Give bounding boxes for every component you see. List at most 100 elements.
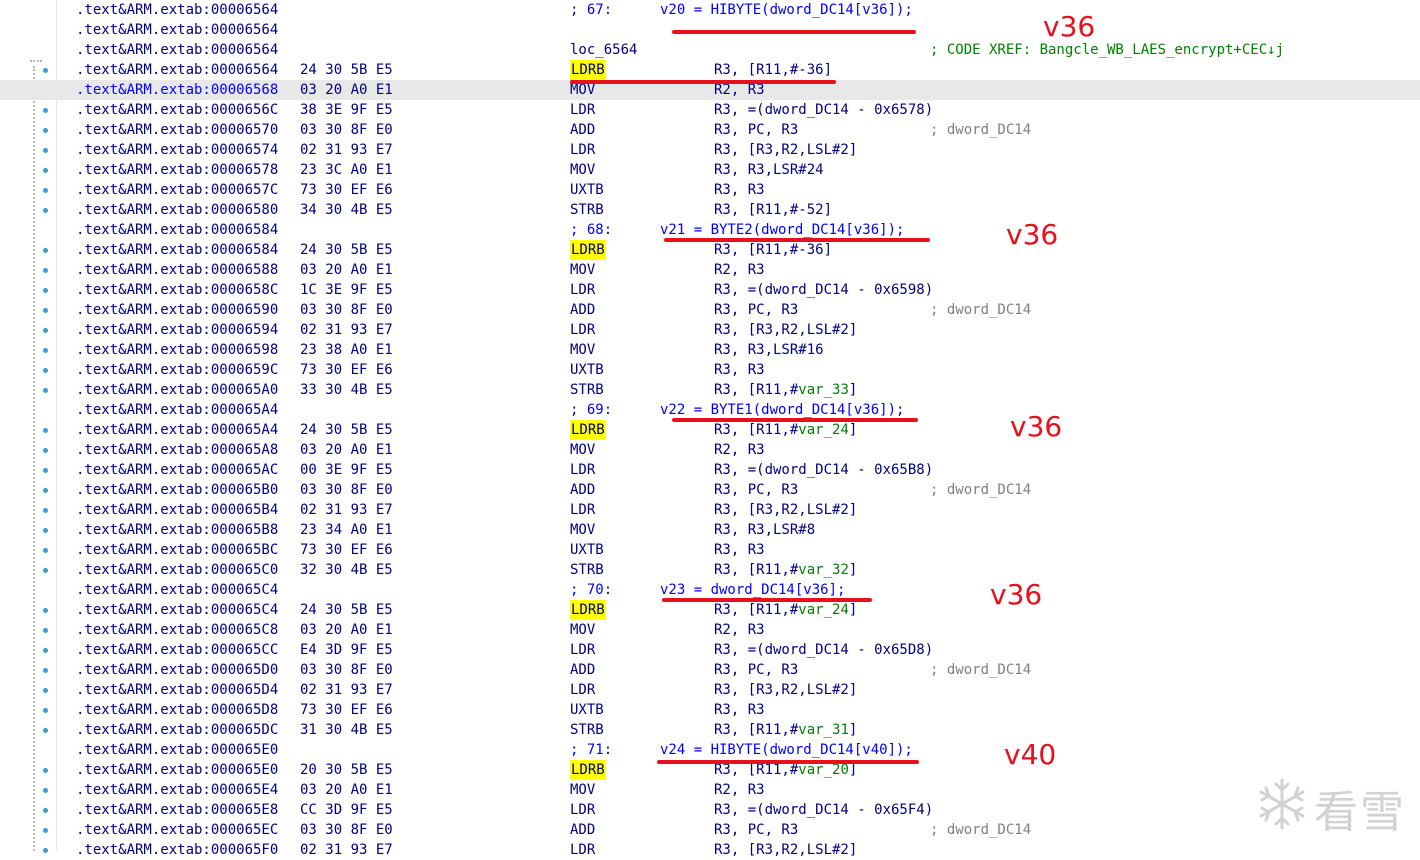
address[interactable]: .text&ARM.extab:000065D8 (76, 700, 278, 720)
listing-row[interactable]: .text&ARM.extab:000065BC 73 30 EF E6 UXTB R… (0, 540, 1420, 560)
listing-row[interactable]: .text&ARM.extab:000065B0 03 30 8F E0 ADD R3… (0, 480, 1420, 500)
mnemonic[interactable]: LDRB (570, 240, 606, 260)
listing-row[interactable]: .text&ARM.extab:00006574 02 31 93 E7 LDR R3… (0, 140, 1420, 160)
listing-row[interactable]: .text&ARM.extab:000065B4 02 31 93 E7 LDR R3… (0, 500, 1420, 520)
mnemonic[interactable]: LDR (570, 680, 595, 700)
address[interactable]: .text&ARM.extab:000065A8 (76, 440, 278, 460)
address[interactable]: .text&ARM.extab:00006564 (76, 60, 278, 80)
operands[interactable]: R3, R3,LSR#8 (714, 520, 815, 540)
mnemonic[interactable]: LDRB (570, 60, 606, 80)
address[interactable]: .text&ARM.extab:00006574 (76, 140, 278, 160)
mnemonic[interactable]: MOV (570, 260, 595, 280)
listing-row[interactable]: .text&ARM.extab:00006584 24 30 5B E5 LDRB R… (0, 240, 1420, 260)
operands[interactable]: R3, [R11,#var_31] (714, 720, 857, 740)
operands[interactable]: R3, [R11,#-52] (714, 200, 832, 220)
mnemonic[interactable]: ADD (570, 820, 595, 840)
address[interactable]: .text&ARM.extab:000065C0 (76, 560, 278, 580)
operands[interactable]: R2, R3 (714, 780, 765, 800)
operands[interactable]: R3, [R3,R2,LSL#2] (714, 840, 857, 860)
mnemonic[interactable]: STRB (570, 560, 604, 580)
listing-row[interactable]: .text&ARM.extab:000065C4 24 30 5B E5 LDRB R… (0, 600, 1420, 620)
operands[interactable]: R3, =(dword_DC14 - 0x65D8) (714, 640, 933, 660)
mnemonic[interactable]: ADD (570, 660, 595, 680)
stack-variable[interactable]: var_33 (798, 382, 849, 398)
operands[interactable]: R3, [R3,R2,LSL#2] (714, 500, 857, 520)
mnemonic[interactable]: UXTB (570, 180, 604, 200)
operands[interactable]: R3, [R11,#var_32] (714, 560, 857, 580)
mnemonic[interactable]: LDRB (570, 760, 606, 780)
mnemonic[interactable]: LDR (570, 800, 595, 820)
listing-row[interactable]: .text&ARM.extab:00006564 24 30 5B E5 LDRB R… (0, 60, 1420, 80)
address[interactable]: .text&ARM.extab:000065B0 (76, 480, 278, 500)
operands[interactable]: R3, [R11,#-36] (714, 240, 832, 260)
mnemonic[interactable]: LDR (570, 140, 595, 160)
operands[interactable]: R3, PC, R3 (714, 120, 798, 140)
address[interactable]: .text&ARM.extab:0000658C (76, 280, 278, 300)
listing-row[interactable]: .text&ARM.extab:0000659C 73 30 EF E6 UXTB R… (0, 360, 1420, 380)
listing-row[interactable]: .text&ARM.extab:00006588 03 20 A0 E1 MOV R2… (0, 260, 1420, 280)
address[interactable]: .text&ARM.extab:000065D0 (76, 660, 278, 680)
operands[interactable]: R3, [R11,#var_24] (714, 600, 857, 620)
listing-row[interactable]: .text&ARM.extab:000065C0 32 30 4B E5 STRB R… (0, 560, 1420, 580)
mnemonic[interactable]: LDR (570, 320, 595, 340)
mnemonic[interactable]: LDRB (570, 420, 606, 440)
stack-variable[interactable]: var_20 (798, 762, 849, 778)
operands[interactable]: R3, =(dword_DC14 - 0x65F4) (714, 800, 933, 820)
address[interactable]: .text&ARM.extab:00006564 (76, 40, 278, 60)
address[interactable]: .text&ARM.extab:000065E4 (76, 780, 278, 800)
mnemonic[interactable]: LDR (570, 280, 595, 300)
code-label[interactable]: loc_6564 (570, 40, 637, 60)
listing-row[interactable]: .text&ARM.extab:0000658C 1C 3E 9F E5 LDR R3… (0, 280, 1420, 300)
listing-row[interactable]: .text&ARM.extab:000065E0 ; 71: v24 = HIBYT… (0, 740, 1420, 760)
listing-row[interactable]: .text&ARM.extab:0000657C 73 30 EF E6 UXTB R… (0, 180, 1420, 200)
address[interactable]: .text&ARM.extab:000065AC (76, 460, 278, 480)
listing-row[interactable]: .text&ARM.extab:000065AC 00 3E 9F E5 LDR R3… (0, 460, 1420, 480)
address[interactable]: .text&ARM.extab:00006580 (76, 200, 278, 220)
mnemonic[interactable]: MOV (570, 440, 595, 460)
address[interactable]: .text&ARM.extab:000065E0 (76, 760, 278, 780)
address[interactable]: .text&ARM.extab:000065F0 (76, 840, 278, 860)
listing-row[interactable]: .text&ARM.extab:000065EC 03 30 8F E0 ADD R3… (0, 820, 1420, 840)
mnemonic[interactable]: LDR (570, 460, 595, 480)
stack-variable[interactable]: var_31 (798, 722, 849, 738)
listing-row[interactable]: .text&ARM.extab:000065A4 ; 69: v22 = BYTE1… (0, 400, 1420, 420)
mnemonic[interactable]: MOV (570, 520, 595, 540)
operands[interactable]: R2, R3 (714, 620, 765, 640)
operands[interactable]: R3, [R3,R2,LSL#2] (714, 680, 857, 700)
operands[interactable]: R3, R3,LSR#24 (714, 160, 824, 180)
operands[interactable]: R3, R3 (714, 700, 765, 720)
listing-row[interactable]: .text&ARM.extab:00006564 ; 67: v20 = HIBYT… (0, 0, 1420, 20)
address[interactable]: .text&ARM.extab:000065E8 (76, 800, 278, 820)
mnemonic[interactable]: MOV (570, 620, 595, 640)
address[interactable]: .text&ARM.extab:000065C4 (76, 580, 278, 600)
listing-row[interactable]: .text&ARM.extab:000065D4 02 31 93 E7 LDR R3… (0, 680, 1420, 700)
address[interactable]: .text&ARM.extab:00006598 (76, 340, 278, 360)
address[interactable]: .text&ARM.extab:000065B4 (76, 500, 278, 520)
address[interactable]: .text&ARM.extab:00006570 (76, 120, 278, 140)
address[interactable]: .text&ARM.extab:00006564 (76, 20, 278, 40)
mnemonic[interactable]: STRB (570, 720, 604, 740)
operands[interactable]: R3, R3 (714, 540, 765, 560)
listing-row[interactable]: .text&ARM.extab:00006584 ; 68: v21 = BYTE2… (0, 220, 1420, 240)
address[interactable]: .text&ARM.extab:000065C4 (76, 600, 278, 620)
mnemonic[interactable]: UXTB (570, 700, 604, 720)
mnemonic[interactable]: STRB (570, 380, 604, 400)
listing-row[interactable]: .text&ARM.extab:000065E4 03 20 A0 E1 MOV R2… (0, 780, 1420, 800)
mnemonic[interactable]: LDR (570, 840, 595, 860)
listing-row[interactable]: .text&ARM.extab:000065D0 03 30 8F E0 ADD R3… (0, 660, 1420, 680)
listing-row[interactable]: .text&ARM.extab:000065DC 31 30 4B E5 STRB R… (0, 720, 1420, 740)
mnemonic[interactable]: LDR (570, 640, 595, 660)
mnemonic[interactable]: ADD (570, 120, 595, 140)
address[interactable]: .text&ARM.extab:000065B8 (76, 520, 278, 540)
address[interactable]: .text&ARM.extab:0000657C (76, 180, 278, 200)
operands[interactable]: R3, [R3,R2,LSL#2] (714, 320, 857, 340)
operands[interactable]: R3, [R11,#var_24] (714, 420, 857, 440)
operands[interactable]: R3, [R11,#-36] (714, 60, 832, 80)
listing-row[interactable]: .text&ARM.extab:000065E8 CC 3D 9F E5 LDR R3… (0, 800, 1420, 820)
operands[interactable]: R3, R3 (714, 360, 765, 380)
mnemonic[interactable]: MOV (570, 340, 595, 360)
operands[interactable]: R2, R3 (714, 260, 765, 280)
operands[interactable]: R3, R3,LSR#16 (714, 340, 824, 360)
mnemonic[interactable]: LDR (570, 100, 595, 120)
address[interactable]: .text&ARM.extab:00006578 (76, 160, 278, 180)
